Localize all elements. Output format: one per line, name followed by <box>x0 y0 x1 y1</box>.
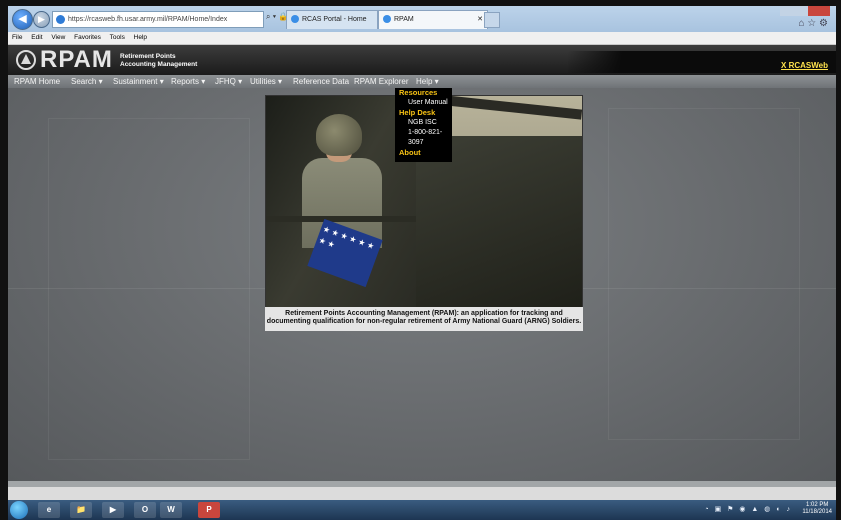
menu-help[interactable]: Help <box>134 34 147 41</box>
nav-reference-data[interactable]: Reference Data <box>293 75 349 88</box>
forward-button[interactable]: ▶ <box>33 11 50 28</box>
app-logo: RPAM <box>40 46 113 73</box>
address-bar[interactable]: https://rcasweb.fh.usar.army.mil/RPAM/Ho… <box>52 11 264 28</box>
help-dropdown-menu: Resources User Manual Help Desk NGB ISC … <box>395 88 452 162</box>
photo-pilot-helmet <box>316 114 362 156</box>
tab-label: RPAM <box>394 16 414 23</box>
taskbar-outlook-icon[interactable]: O <box>134 502 156 518</box>
app-subtitle: Retirement Points Accounting Management <box>120 53 197 68</box>
menu-item-user-manual[interactable]: User Manual <box>395 98 452 108</box>
nav-utilities[interactable]: Utilities ▾ <box>250 75 282 88</box>
windows-taskbar: e 📁 ▶ O W P ◔ ▣ ⚑ ◉ ▲ ◍ ◐ ♪ 1:02 PM 11/1… <box>8 500 836 520</box>
taskbar-powerpoint-icon[interactable]: P <box>198 502 220 518</box>
tab-rcas-portal[interactable]: RCAS Portal - Home <box>286 10 378 29</box>
subtitle-line-2: Accounting Management <box>120 60 198 68</box>
menu-item-ngb-isc[interactable]: NGB ISC <box>395 118 452 128</box>
menu-heading-resources: Resources <box>399 88 438 97</box>
menu-view[interactable]: View <box>51 34 65 41</box>
browser-status-bar <box>8 487 836 500</box>
menu-heading-help-desk: Help Desk <box>399 108 436 117</box>
taskbar-media-icon[interactable]: ▶ <box>102 502 124 518</box>
window-controls <box>780 6 830 16</box>
taskbar-ie-icon[interactable]: e <box>38 502 60 518</box>
close-tab-icon[interactable]: ✕ <box>477 11 483 29</box>
rpam-logo-icon <box>16 50 36 70</box>
photo-caption: Retirement Points Accounting Management … <box>265 307 583 331</box>
close-window-button[interactable] <box>808 6 830 16</box>
browser-title-bar: ◀ ▶ https://rcasweb.fh.usar.army.mil/RPA… <box>8 6 836 32</box>
taskbar-folder-icon[interactable]: 📁 <box>70 502 92 518</box>
nav-rpam-home[interactable]: RPAM Home <box>14 75 60 88</box>
app-header: RPAM Retirement Points Accounting Manage… <box>8 45 836 75</box>
ie-tab-icon <box>383 15 391 24</box>
nav-jfhq[interactable]: JFHQ ▾ <box>215 75 242 88</box>
screen: ◀ ▶ https://rcasweb.fh.usar.army.mil/RPA… <box>8 6 836 500</box>
nav-help[interactable]: Help ▾ <box>416 75 439 88</box>
background-decoration <box>48 118 250 460</box>
nav-rpam-explorer[interactable]: RPAM Explorer <box>354 75 409 88</box>
menu-file[interactable]: File <box>12 34 22 41</box>
nav-search[interactable]: Search ▾ <box>71 75 103 88</box>
start-button[interactable] <box>10 501 28 519</box>
toolbar-icons[interactable]: ⌂ ☆ ⚙ <box>798 18 828 29</box>
clock-time: 1:02 PM <box>806 502 829 508</box>
nav-sustainment[interactable]: Sustainment ▾ <box>113 75 164 88</box>
rcasweb-link[interactable]: X RCASWeb <box>781 61 828 70</box>
system-tray-icons[interactable]: ◔ ▣ ⚑ ◉ ▲ ◍ ◐ ♪ <box>704 505 792 513</box>
address-text: https://rcasweb.fh.usar.army.mil/RPAM/Ho… <box>68 16 228 23</box>
ie-icon <box>56 14 65 24</box>
main-nav: RPAM Home Search ▾ Sustainment ▾ Reports… <box>8 75 836 88</box>
ie-tab-icon <box>291 15 299 24</box>
subtitle-line-1: Retirement Points <box>120 53 176 60</box>
maximize-button[interactable] <box>794 6 808 16</box>
minimize-button[interactable] <box>780 6 794 16</box>
taskbar-clock[interactable]: 1:02 PM 11/18/2014 <box>802 502 832 516</box>
menu-edit[interactable]: Edit <box>31 34 42 41</box>
taskbar-word-icon[interactable]: W <box>160 502 182 518</box>
background-decoration <box>608 108 800 440</box>
menu-favorites[interactable]: Favorites <box>74 34 101 41</box>
browser-menu-bar: File Edit View Favorites Tools Help <box>8 32 836 45</box>
tab-rpam[interactable]: RPAM ✕ <box>378 10 488 29</box>
tab-label: RCAS Portal - Home <box>302 16 367 23</box>
menu-item-about[interactable]: About <box>395 148 452 158</box>
menu-tools[interactable]: Tools <box>110 34 125 41</box>
clock-date: 11/18/2014 <box>802 509 832 515</box>
menu-item-phone: 1-800-821-3097 <box>408 129 443 146</box>
new-tab-button[interactable] <box>484 12 500 28</box>
back-button[interactable]: ◀ <box>12 9 33 30</box>
nav-reports[interactable]: Reports ▾ <box>171 75 205 88</box>
